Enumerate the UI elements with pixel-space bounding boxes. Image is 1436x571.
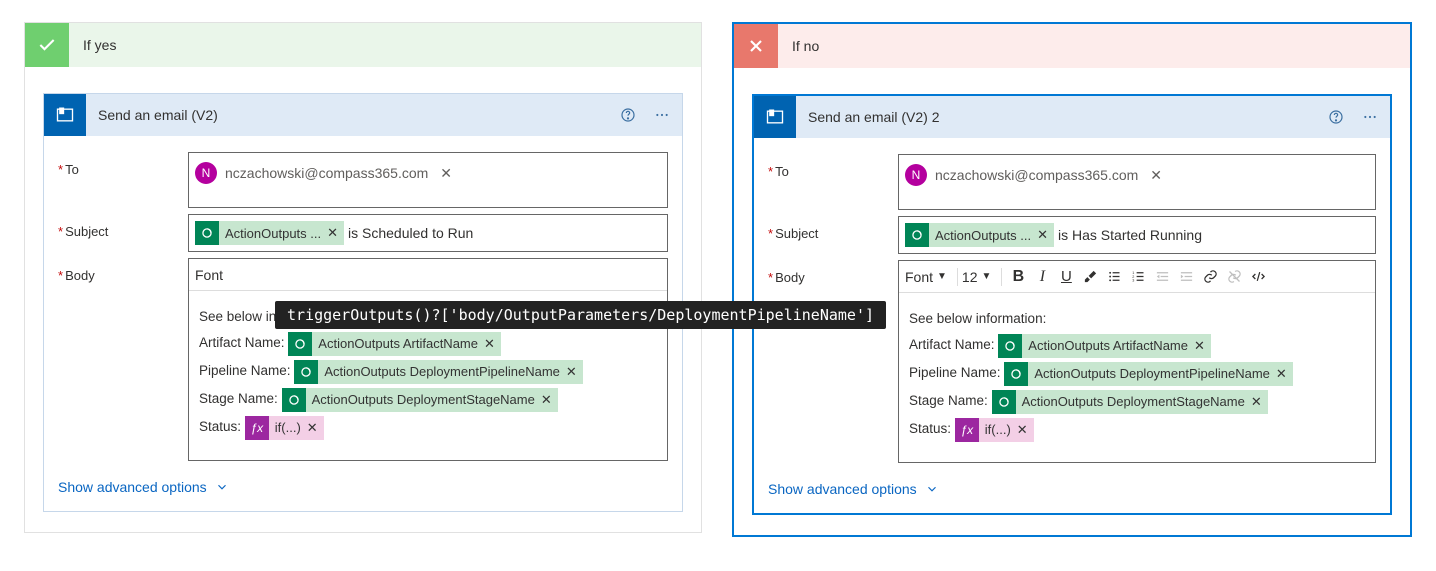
remove-recipient-icon[interactable]: ✕	[1146, 167, 1166, 184]
remove-token-icon[interactable]: ✕	[1251, 390, 1268, 414]
subject-text: is Scheduled to Run	[348, 225, 479, 241]
code-view-button[interactable]	[1246, 265, 1270, 289]
link-button[interactable]	[1198, 265, 1222, 289]
dynamic-token-stage-name[interactable]: ActionOutputs DeploymentStageName ✕	[282, 388, 558, 412]
branch-if-yes-title: If yes	[69, 37, 116, 53]
bullet-list-button[interactable]	[1102, 265, 1126, 289]
more-icon[interactable]	[1360, 107, 1380, 127]
branch-if-no: If no Send an email (V2) 2	[732, 22, 1412, 537]
action-outputs-icon	[288, 332, 312, 356]
subject-input[interactable]: ActionOutputs ... ✕ is Has Started Runni…	[898, 216, 1376, 254]
remove-token-icon[interactable]: ✕	[484, 332, 501, 356]
number-list-button[interactable]: 123	[1126, 265, 1150, 289]
dynamic-token-stage-name[interactable]: ActionOutputs DeploymentStageName ✕	[992, 390, 1268, 414]
outlook-icon	[44, 94, 86, 136]
action-outputs-icon	[992, 390, 1016, 414]
to-input[interactable]: N nczachowski@compass365.com ✕	[188, 152, 668, 208]
highlight-button[interactable]	[1078, 265, 1102, 289]
outdent-button[interactable]	[1150, 265, 1174, 289]
label-body: *Body	[768, 260, 898, 285]
italic-button[interactable]: I	[1030, 265, 1054, 289]
dynamic-token-pipeline-name[interactable]: ActionOutputs DeploymentPipelineName ✕	[294, 360, 582, 384]
recipient-email: nczachowski@compass365.com	[225, 165, 428, 181]
branch-if-yes: If yes Send an email (V2)	[24, 22, 702, 533]
action-outputs-icon	[195, 221, 219, 245]
underline-button[interactable]: U	[1054, 265, 1078, 289]
label-to: *To	[768, 154, 898, 179]
unlink-button[interactable]	[1222, 265, 1246, 289]
recipient-chip[interactable]: N nczachowski@compass365.com ✕	[905, 163, 1166, 187]
card-header[interactable]: Send an email (V2)	[44, 94, 682, 136]
chevron-down-icon	[925, 482, 939, 496]
remove-token-icon[interactable]: ✕	[307, 416, 324, 440]
help-icon[interactable]	[618, 105, 638, 125]
dynamic-token-action-outputs[interactable]: ActionOutputs ... ✕	[195, 221, 344, 245]
branch-if-no-title: If no	[778, 38, 819, 54]
action-outputs-icon	[998, 334, 1022, 358]
outlook-icon	[754, 96, 796, 138]
remove-token-icon[interactable]: ✕	[1194, 334, 1211, 358]
font-size-select[interactable]: 12▼	[962, 269, 997, 285]
remove-token-icon[interactable]: ✕	[1017, 418, 1034, 442]
dynamic-token-action-outputs[interactable]: ActionOutputs ... ✕	[905, 223, 1054, 247]
body-editor[interactable]: Font▼ 12▼ B I U 123	[898, 260, 1376, 463]
label-to: *To	[58, 152, 188, 177]
body-editor[interactable]: Font See below information: Artifact Nam…	[188, 258, 668, 461]
avatar: N	[195, 162, 217, 184]
branch-if-no-header[interactable]: If no	[734, 24, 1410, 68]
action-outputs-icon	[1004, 362, 1028, 386]
font-family-select[interactable]: Font	[195, 267, 229, 283]
more-icon[interactable]	[652, 105, 672, 125]
bold-button[interactable]: B	[1006, 265, 1030, 289]
remove-token-icon[interactable]: ✕	[541, 388, 558, 412]
to-input[interactable]: N nczachowski@compass365.com ✕	[898, 154, 1376, 210]
x-icon	[734, 24, 778, 68]
check-icon	[25, 23, 69, 67]
indent-button[interactable]	[1174, 265, 1198, 289]
expression-token-if[interactable]: ƒx if(...) ✕	[955, 418, 1034, 442]
expression-tooltip: triggerOutputs()?['body/OutputParameters…	[275, 301, 886, 329]
body-intro: See below information:	[909, 307, 1046, 332]
expression-token-if[interactable]: ƒx if(...) ✕	[245, 416, 324, 440]
help-icon[interactable]	[1326, 107, 1346, 127]
dynamic-token-artifact-name[interactable]: ActionOutputs ArtifactName ✕	[288, 332, 501, 356]
dynamic-token-artifact-name[interactable]: ActionOutputs ArtifactName ✕	[998, 334, 1211, 358]
remove-token-icon[interactable]: ✕	[1276, 362, 1293, 386]
remove-token-icon[interactable]: ✕	[566, 360, 583, 384]
remove-token-icon[interactable]: ✕	[327, 225, 344, 241]
rte-toolbar: Font	[189, 259, 667, 291]
label-body: *Body	[58, 258, 188, 283]
remove-token-icon[interactable]: ✕	[1037, 227, 1054, 243]
avatar: N	[905, 164, 927, 186]
show-advanced-options-link[interactable]: Show advanced options	[768, 481, 939, 497]
label-subject: *Subject	[58, 214, 188, 239]
recipient-chip[interactable]: N nczachowski@compass365.com ✕	[195, 161, 456, 185]
svg-text:3: 3	[1132, 279, 1134, 283]
card-title: Send an email (V2)	[86, 107, 618, 123]
font-family-select[interactable]: Font▼	[905, 269, 953, 285]
label-subject: *Subject	[768, 216, 898, 241]
fx-icon: ƒx	[245, 416, 269, 440]
rte-toolbar: Font▼ 12▼ B I U 123	[899, 261, 1375, 293]
card-header[interactable]: Send an email (V2) 2	[754, 96, 1390, 138]
fx-icon: ƒx	[955, 418, 979, 442]
subject-input[interactable]: ActionOutputs ... ✕ is Scheduled to Run	[188, 214, 668, 252]
subject-text: is Has Started Running	[1058, 227, 1208, 243]
show-advanced-options-link[interactable]: Show advanced options	[58, 479, 229, 495]
card-title: Send an email (V2) 2	[796, 109, 1326, 125]
action-outputs-icon	[905, 223, 929, 247]
recipient-email: nczachowski@compass365.com	[935, 167, 1138, 183]
chevron-down-icon: ▼	[982, 271, 992, 282]
remove-recipient-icon[interactable]: ✕	[436, 165, 456, 182]
branch-if-yes-header[interactable]: If yes	[25, 23, 701, 67]
chevron-down-icon: ▼	[937, 271, 947, 282]
dynamic-token-pipeline-name[interactable]: ActionOutputs DeploymentPipelineName ✕	[1004, 362, 1292, 386]
action-outputs-icon	[282, 388, 306, 412]
action-outputs-icon	[294, 360, 318, 384]
chevron-down-icon	[215, 480, 229, 494]
